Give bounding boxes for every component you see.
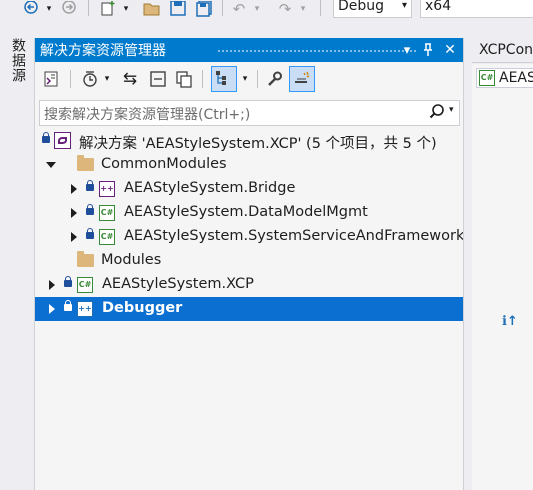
tree-item-label: CommonModules bbox=[101, 156, 227, 172]
tree-item-xcp[interactable]: C# AEAStyleSystem.XCP bbox=[35, 273, 464, 297]
collapse-all-icon[interactable] bbox=[147, 68, 169, 90]
csharp-project-icon: C# bbox=[77, 277, 93, 293]
lock-icon bbox=[86, 228, 94, 241]
tree-item-datamodelmgmt[interactable]: C# AEAStyleSystem.DataModelMgmt bbox=[35, 201, 464, 225]
new-item-icon[interactable] bbox=[98, 0, 118, 18]
save-icon[interactable] bbox=[169, 0, 187, 18]
tab-xcpcon[interactable]: XCPCon bbox=[472, 38, 533, 63]
lock-icon bbox=[42, 132, 50, 145]
tree-item-debugger[interactable]: ++ Debugger bbox=[35, 297, 464, 321]
folder-icon bbox=[77, 251, 94, 267]
right-dock-area: XCPCon C# AEAS ℹ↑ bbox=[463, 38, 533, 490]
platform-value: x64 bbox=[425, 0, 452, 14]
tree-item-systemservice[interactable]: C# AEAStyleSystem.SystemServiceAndFramew… bbox=[35, 225, 464, 249]
platform-select[interactable]: x64 bbox=[420, 0, 533, 18]
filter-dropdown-icon[interactable]: ▾ bbox=[239, 68, 251, 90]
toolbar-separator bbox=[70, 70, 71, 88]
tree-item-label: AEAStyleSystem.XCP bbox=[102, 276, 254, 292]
solution-icon bbox=[54, 132, 71, 149]
redo-dropdown-icon[interactable]: ▾ bbox=[298, 0, 308, 18]
tree-item-label: Debugger bbox=[102, 300, 183, 316]
panel-title-bar: 解决方案资源管理器 ▾ ✕ bbox=[35, 38, 464, 62]
cpp-project-icon: ++ bbox=[77, 301, 93, 317]
lock-icon bbox=[86, 180, 94, 193]
properties-icon[interactable] bbox=[263, 68, 285, 90]
solution-explorer-panel: 解决方案资源管理器 ▾ ✕ ▾ ⇆ ▾ 搜索解决方案资源管理器(Ctrl+;) … bbox=[34, 38, 464, 490]
collapsed-arrow-icon[interactable] bbox=[71, 208, 77, 218]
show-all-files-icon[interactable] bbox=[211, 66, 237, 92]
collapsed-arrow-icon[interactable] bbox=[49, 304, 55, 314]
tree-item-modules[interactable]: Modules bbox=[35, 249, 464, 273]
history-icon[interactable] bbox=[79, 68, 101, 90]
title-grip[interactable] bbox=[217, 49, 417, 53]
csharp-project-icon: C# bbox=[99, 229, 115, 245]
data-sources-tab[interactable]: 数据源 bbox=[8, 38, 28, 83]
tree-item-label: AEAStyleSystem.Bridge bbox=[124, 180, 296, 196]
back-icon[interactable] bbox=[22, 0, 40, 18]
main-toolbar: ▾ ▾ ↶ ▾ ↷ ▾ Debug ▾ x64 bbox=[0, 0, 533, 20]
cpp-project-icon: ++ bbox=[99, 181, 115, 197]
collapsed-arrow-icon[interactable] bbox=[71, 184, 77, 194]
redo-icon[interactable]: ↷ bbox=[276, 0, 294, 18]
collapsed-arrow-icon[interactable] bbox=[71, 232, 77, 242]
close-icon[interactable]: ✕ bbox=[441, 38, 459, 62]
switch-views-icon[interactable] bbox=[41, 68, 63, 90]
side-tab-strip: 数据源 bbox=[0, 20, 34, 490]
tree-item-bridge[interactable]: ++ AEAStyleSystem.Bridge bbox=[35, 177, 464, 201]
save-all-icon[interactable] bbox=[195, 0, 213, 18]
configuration-value: Debug bbox=[338, 0, 385, 14]
search-icon[interactable] bbox=[429, 103, 445, 125]
sync-icon[interactable]: ⇆ bbox=[119, 68, 141, 90]
lock-icon bbox=[64, 276, 72, 289]
csharp-project-icon: C# bbox=[479, 70, 495, 86]
undo-icon[interactable]: ↶ bbox=[230, 0, 248, 18]
pin-icon[interactable] bbox=[419, 38, 437, 62]
window-position-icon[interactable]: ▾ bbox=[398, 38, 416, 62]
document-tab-label: AEAS bbox=[499, 70, 533, 86]
back-dropdown-icon[interactable]: ▾ bbox=[44, 0, 54, 18]
toolbar-separator bbox=[202, 70, 203, 88]
tree-item-label: Modules bbox=[101, 252, 162, 268]
tree-item-label: 解决方案 'AEAStyleSystem.XCP' (5 个项目，共 5 个) bbox=[79, 136, 437, 152]
tree-item-label: AEAStyleSystem.SystemServiceAndFramework bbox=[124, 228, 465, 244]
preview-icon[interactable] bbox=[289, 66, 315, 92]
search-input[interactable]: 搜索解决方案资源管理器(Ctrl+;) ▾ bbox=[39, 100, 460, 126]
sort-icon[interactable]: ℹ↑ bbox=[502, 314, 518, 329]
configuration-select[interactable]: Debug ▾ bbox=[333, 0, 412, 18]
folder-icon bbox=[77, 155, 94, 171]
toolbar-separator bbox=[88, 0, 89, 16]
new-item-dropdown-icon[interactable]: ▾ bbox=[121, 0, 131, 18]
document-tab-aeas[interactable]: C# AEAS bbox=[476, 68, 533, 88]
toolbar-separator bbox=[222, 0, 223, 16]
panel-title: 解决方案资源管理器 bbox=[40, 43, 166, 59]
undo-dropdown-icon[interactable]: ▾ bbox=[252, 0, 262, 18]
tree-item-label: AEAStyleSystem.DataModelMgmt bbox=[124, 204, 368, 220]
panel-toolbar: ▾ ⇆ ▾ bbox=[35, 62, 464, 98]
right-panel-content: C# AEAS ℹ↑ bbox=[472, 64, 533, 490]
history-dropdown-icon[interactable]: ▾ bbox=[101, 68, 113, 90]
toolbar-separator bbox=[320, 0, 321, 16]
expanded-arrow-icon[interactable] bbox=[46, 162, 56, 168]
forward-icon[interactable] bbox=[60, 0, 78, 18]
open-folder-icon[interactable] bbox=[142, 0, 162, 18]
csharp-project-icon: C# bbox=[99, 205, 115, 221]
tree-item-commonmodules[interactable]: CommonModules bbox=[35, 153, 464, 177]
lock-icon bbox=[64, 300, 72, 313]
search-options-icon[interactable]: ▾ bbox=[449, 105, 454, 115]
pages-icon[interactable] bbox=[173, 68, 195, 90]
collapsed-arrow-icon[interactable] bbox=[49, 280, 55, 290]
search-placeholder: 搜索解决方案资源管理器(Ctrl+;) bbox=[44, 107, 251, 123]
lock-icon bbox=[86, 204, 94, 217]
chevron-down-icon: ▾ bbox=[401, 0, 407, 11]
toolbar-separator bbox=[257, 70, 258, 88]
tree-item-solution[interactable]: 解决方案 'AEAStyleSystem.XCP' (5 个项目，共 5 个) bbox=[35, 129, 464, 153]
